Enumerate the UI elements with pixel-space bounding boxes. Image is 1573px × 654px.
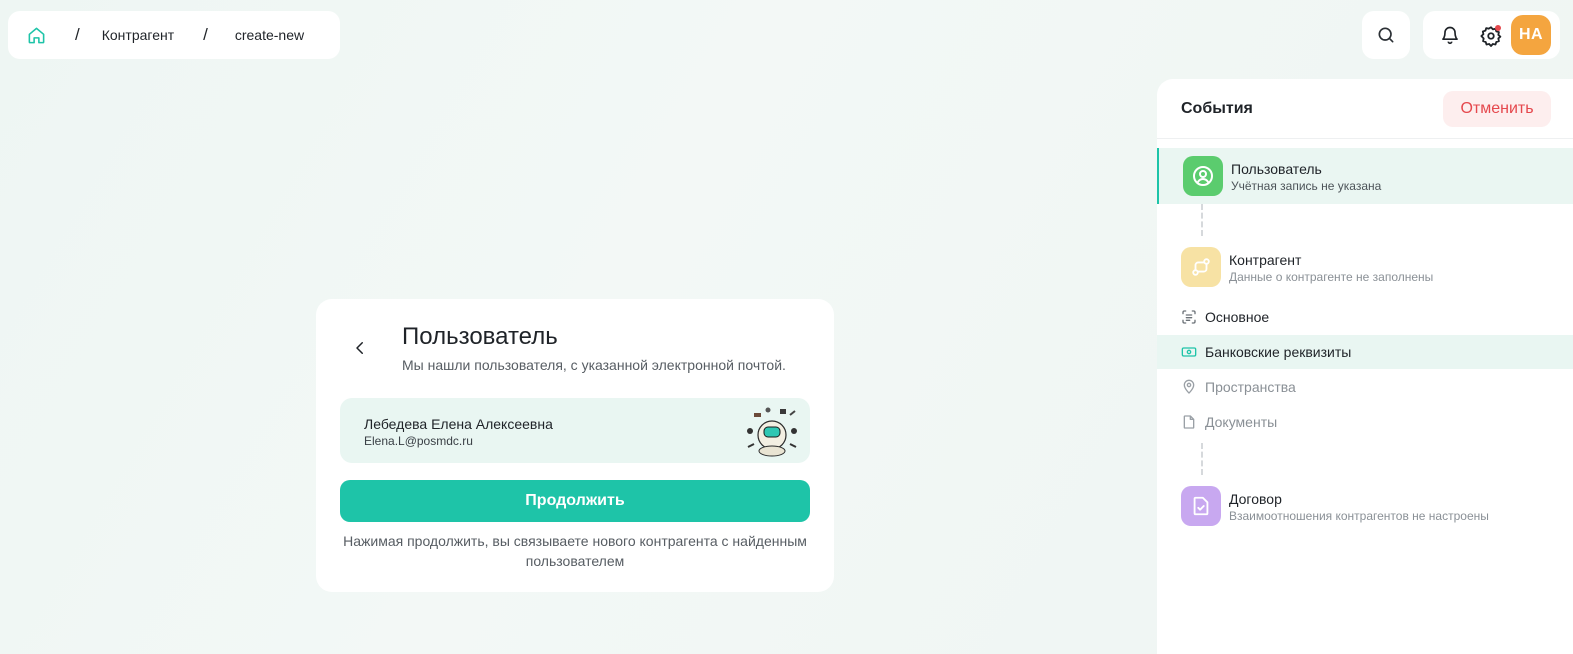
breadcrumb-item-counterparty[interactable]: Контрагент [102,27,174,43]
step-counterparty[interactable]: Контрагент Данные о контрагенте не запол… [1157,239,1573,295]
found-user: Лебедева Елена Алексеевна Elena.L@posmdc… [340,398,810,463]
file-icon [1183,415,1195,429]
notification-dot [1495,25,1501,31]
sub-item-label: Документы [1205,414,1278,430]
scan-text-icon [1182,310,1196,324]
map-pin-icon [1183,379,1195,394]
chevron-left-icon[interactable] [348,336,372,360]
step-user[interactable]: Пользователь Учётная запись не указана [1157,148,1573,204]
sub-item-spaces[interactable]: Пространства [1157,370,1573,404]
sub-item-documents[interactable]: Документы [1157,405,1573,439]
banknote-icon [1181,347,1197,357]
breadcrumb-separator: / [203,25,208,44]
search-button[interactable] [1362,11,1410,59]
cancel-button[interactable]: Отменить [1443,91,1551,127]
search-icon [1378,27,1394,43]
astronaut-sticker-icon [747,407,797,457]
sub-item-label: Банковские реквизиты [1205,344,1352,360]
card-subtitle: Мы нашли пользователя, с указанной элект… [402,357,786,373]
sub-item-general[interactable]: Основное [1157,300,1573,334]
breadcrumb-separator: / [75,25,80,44]
step-connector [1201,443,1203,475]
step-subtitle: Учётная запись не указана [1231,179,1382,193]
breadcrumb: / Контрагент / create-new [8,11,340,59]
step-subtitle: Данные о контрагенте не заполнены [1229,270,1434,284]
step-title: Контрагент [1229,252,1302,268]
step-contract[interactable]: Договор Взаимоотношения контрагентов не … [1157,478,1573,534]
home-icon[interactable] [26,25,46,45]
step-connector [1201,204,1203,236]
route-icon [1181,247,1221,287]
user-email: Elena.L@posmdc.ru [364,434,473,448]
user-name: Лебедева Елена Алексеевна [364,416,553,432]
events-panel: События Отменить Пользователь Учётная за… [1157,79,1573,654]
sub-item-bank-details[interactable]: Банковские реквизиты [1157,335,1573,369]
step-subtitle: Взаимоотношения контрагентов не настроен… [1229,509,1489,523]
user-found-card: Пользователь Мы нашли пользователя, с ук… [316,299,834,592]
user-circle-icon [1183,156,1223,196]
continue-button[interactable]: Продолжить [340,480,810,522]
sub-item-label: Пространства [1205,379,1296,395]
document-check-icon [1181,486,1221,526]
breadcrumb-item-create-new: create-new [234,27,305,43]
header-actions: НА [1423,11,1560,59]
divider [1157,138,1573,139]
avatar[interactable]: НА [1511,15,1551,55]
events-title: События [1181,100,1253,117]
continue-note: Нажимая продолжить, вы связываете нового… [343,533,807,569]
step-title: Договор [1229,491,1282,507]
bell-icon[interactable] [1440,25,1460,45]
card-title: Пользователь [402,323,558,350]
step-title: Пользователь [1231,161,1322,177]
sub-item-label: Основное [1205,309,1270,325]
